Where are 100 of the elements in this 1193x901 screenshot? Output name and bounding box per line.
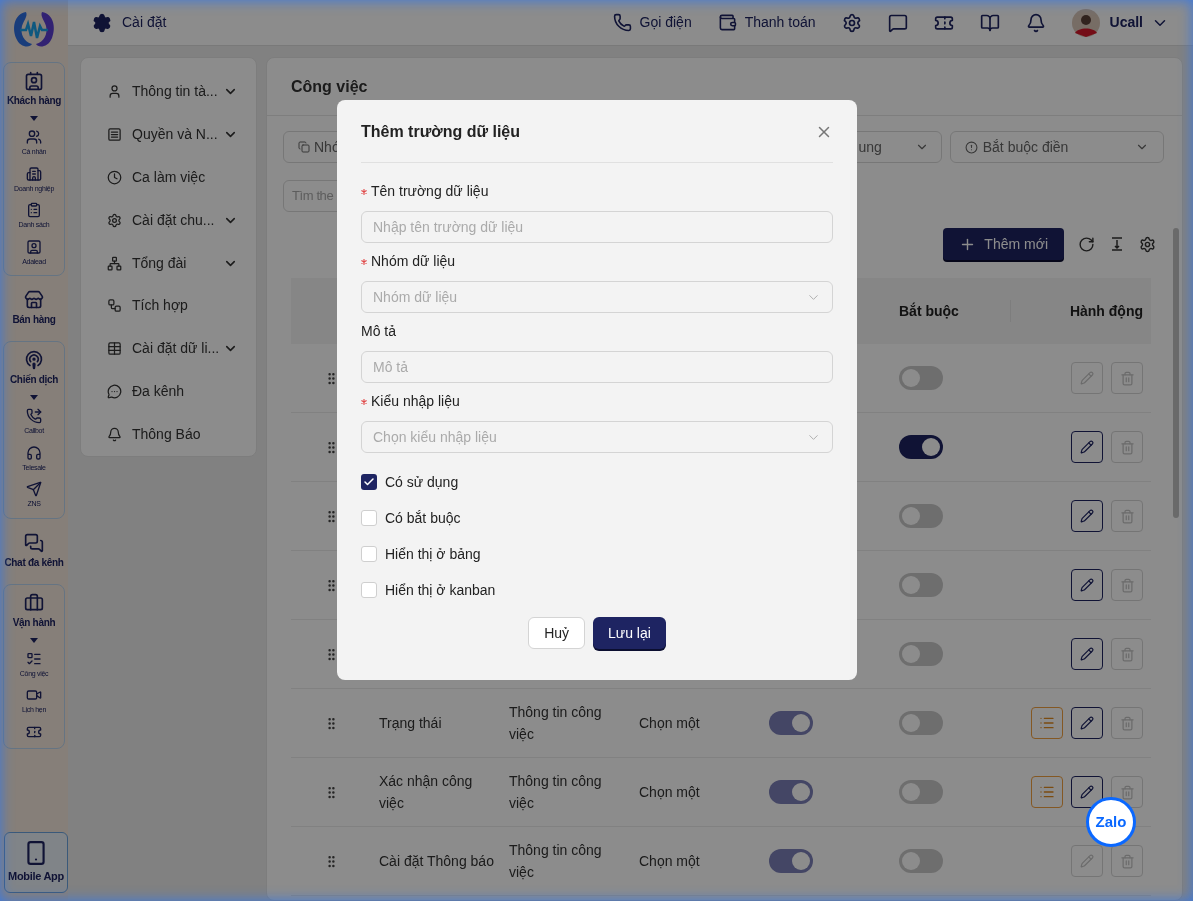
rail-label[interactable]: Bán hàng xyxy=(12,312,56,327)
rail-subitem-icon xyxy=(26,165,42,182)
add-button[interactable]: Thêm mới xyxy=(943,228,1064,260)
toggle-switch[interactable] xyxy=(769,849,813,873)
refresh-icon[interactable] xyxy=(1078,235,1095,253)
checkbox-label: Hiển thị ở kanban xyxy=(385,580,496,600)
list-icon xyxy=(1039,784,1055,800)
row-height-icon[interactable] xyxy=(1109,236,1125,252)
caret-icon[interactable] xyxy=(30,637,38,643)
toggle-switch[interactable] xyxy=(769,780,813,804)
menu-item-icon xyxy=(107,83,122,99)
menu-item-icon xyxy=(107,212,122,228)
copy-icon xyxy=(298,141,310,153)
toggle-switch[interactable] xyxy=(899,849,943,873)
filter-select[interactable]: Bắt buộc điền xyxy=(949,131,1164,163)
input-field[interactable]: Mô tả xyxy=(361,351,833,383)
menu-item-icon xyxy=(107,341,122,357)
book-icon[interactable] xyxy=(979,12,1000,33)
menu-item-icon xyxy=(107,169,122,185)
rail-label[interactable]: Chiến dịch xyxy=(9,372,59,387)
menu-item-icon xyxy=(107,384,122,400)
menu-item[interactable]: Thông tin tà... xyxy=(132,80,223,102)
input-field[interactable]: Nhập tên trường dữ liệu xyxy=(361,211,833,243)
page-title: Cài đặt xyxy=(122,13,167,32)
toggle-switch[interactable] xyxy=(899,573,943,597)
menu-item[interactable]: Ca làm việc xyxy=(132,166,238,188)
checkbox-label: Hiển thị ở bảng xyxy=(385,544,481,564)
toggle-switch[interactable] xyxy=(899,642,943,666)
trash-icon xyxy=(1119,508,1135,524)
rail-subitem-icon xyxy=(26,650,42,667)
menu-item[interactable]: Cài đặt dữ li... xyxy=(132,338,223,360)
pencil-icon xyxy=(1080,440,1094,454)
message-icon[interactable] xyxy=(887,12,908,33)
pencil-icon xyxy=(1080,371,1094,385)
trash-icon xyxy=(1119,853,1135,869)
rail-subitem-icon xyxy=(26,202,42,218)
field-label: Kiểu nhập liệu xyxy=(371,392,460,411)
scrollbar[interactable] xyxy=(1173,228,1179,518)
check-icon xyxy=(363,476,375,488)
rail-label[interactable]: Chat đa kênh xyxy=(4,554,64,570)
field-label: Nhóm dữ liệu xyxy=(371,252,456,271)
checkbox[interactable] xyxy=(361,474,377,490)
rail-subitem-icon xyxy=(26,238,42,255)
rail-label[interactable]: Khách hàng xyxy=(6,93,62,108)
topbar-button[interactable]: Thanh toán xyxy=(717,12,816,33)
bell-icon[interactable] xyxy=(1025,12,1046,33)
menu-item[interactable]: Quyền và N... xyxy=(132,123,223,145)
checkbox[interactable] xyxy=(361,546,377,562)
toggle-switch[interactable] xyxy=(899,435,943,459)
column-header: Hành động xyxy=(1068,301,1144,321)
checkbox[interactable] xyxy=(361,510,377,526)
menu-item[interactable]: Tổng đài xyxy=(132,252,223,274)
pencil-icon xyxy=(1080,785,1094,799)
trash-icon xyxy=(1119,370,1135,386)
rail-label[interactable]: Vận hành xyxy=(12,614,56,630)
mobile-app-button[interactable]: Mobile App xyxy=(4,832,68,893)
menu-item-icon xyxy=(107,427,122,443)
alert-icon xyxy=(964,140,978,154)
toggle-switch[interactable] xyxy=(899,711,943,735)
table-cell: Thông tin công việc xyxy=(509,704,602,742)
rail-subitem-icon xyxy=(26,408,42,424)
trash-icon xyxy=(1119,439,1135,455)
topbar-button[interactable]: Gọi điện xyxy=(612,12,692,33)
rail-subitem-icon xyxy=(26,129,42,145)
avatar[interactable] xyxy=(1071,8,1100,37)
trash-icon xyxy=(1119,784,1135,800)
table-cell: Chọn một xyxy=(639,714,700,731)
save-button[interactable]: Lưu lại xyxy=(593,617,666,649)
cancel-button[interactable]: Huỷ xyxy=(528,617,586,649)
toggle-switch[interactable] xyxy=(899,780,943,804)
rail-item-icon xyxy=(24,592,44,613)
menu-item-icon xyxy=(107,298,122,314)
toggle-switch[interactable] xyxy=(899,366,943,390)
list-icon xyxy=(1039,715,1055,731)
table-cell: Thông tin công việc xyxy=(509,773,602,811)
caret-icon[interactable] xyxy=(30,395,38,400)
user-name[interactable]: Ucall xyxy=(1109,12,1143,33)
rail-item-icon xyxy=(24,71,44,91)
pencil-icon xyxy=(1080,854,1094,868)
menu-item[interactable]: Cài đặt chu... xyxy=(132,209,223,231)
dialog-title: Thêm trường dữ liệu xyxy=(361,122,520,142)
table-cell: Trạng thái xyxy=(379,715,442,731)
pencil-icon xyxy=(1080,647,1094,661)
menu-item[interactable]: Tích hợp xyxy=(132,295,238,317)
wallet-icon xyxy=(717,13,737,32)
trash-icon xyxy=(1119,715,1135,731)
checkbox-label: Có bắt buộc xyxy=(385,508,461,528)
toggle-switch[interactable] xyxy=(899,504,943,528)
checkbox[interactable] xyxy=(361,582,377,598)
menu-item-icon xyxy=(107,255,122,271)
menu-item-icon xyxy=(107,126,122,142)
menu-item[interactable]: Thông Báo xyxy=(132,424,238,446)
settings-icon[interactable] xyxy=(1139,235,1156,253)
column-header: Bắt buộc xyxy=(881,300,1011,322)
panel-title: Công việc xyxy=(291,76,368,97)
field-label: Tên trường dữ liệu xyxy=(371,182,489,201)
toggle-switch[interactable] xyxy=(769,711,813,735)
caret-icon[interactable] xyxy=(30,116,38,121)
settings-icon[interactable] xyxy=(841,12,862,33)
menu-item[interactable]: Đa kênh xyxy=(132,381,238,403)
